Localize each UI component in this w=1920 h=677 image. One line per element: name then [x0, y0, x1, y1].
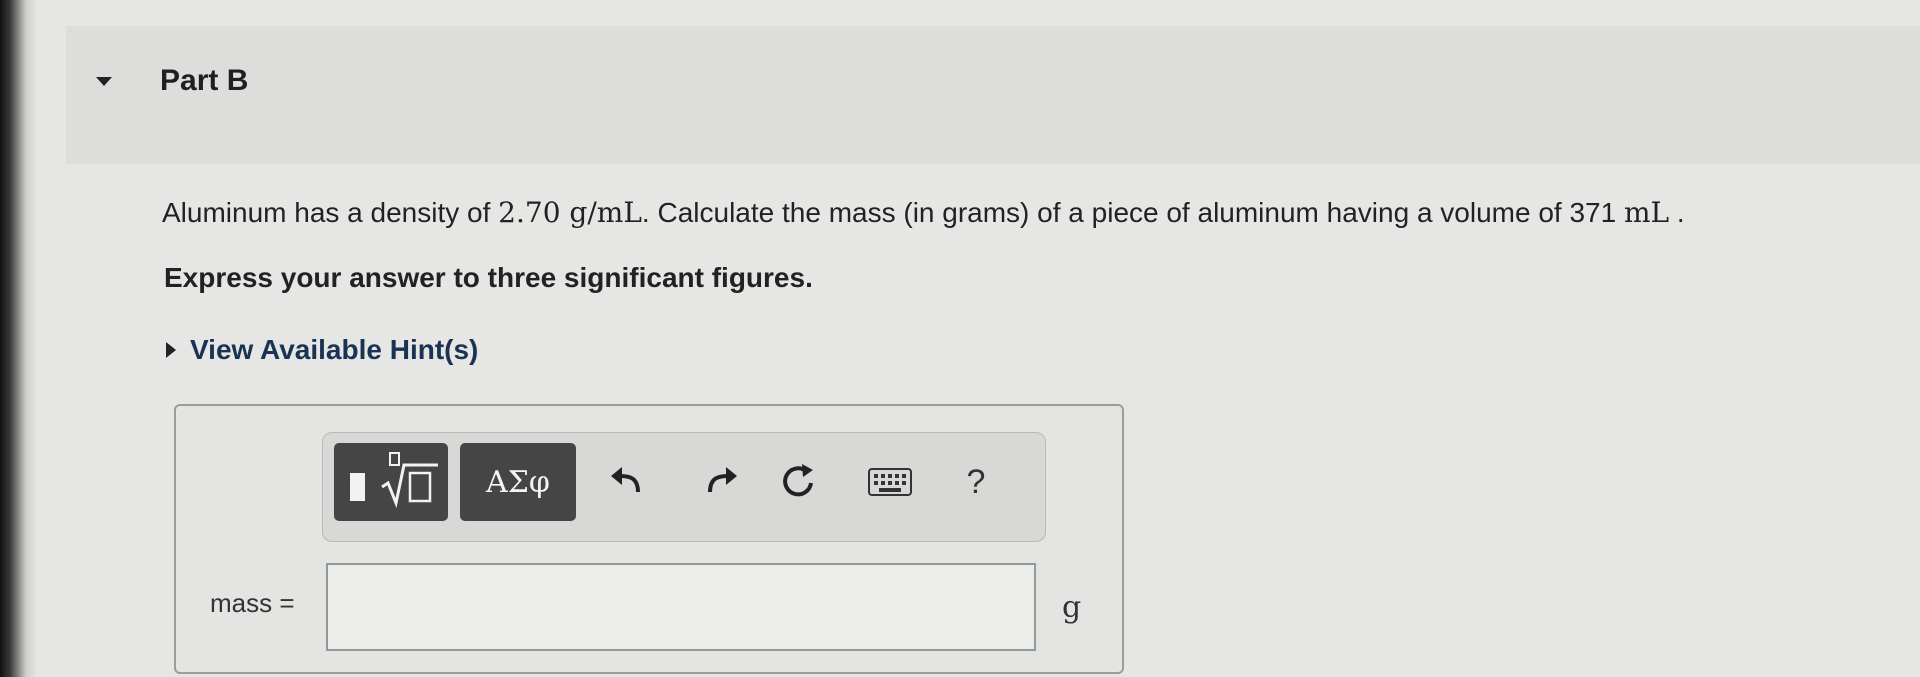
question-text-end: .	[1669, 197, 1685, 228]
undo-icon	[611, 467, 640, 493]
reset-button[interactable]	[776, 460, 820, 504]
part-header[interactable]	[66, 26, 1920, 164]
answer-label: mass =	[210, 588, 295, 618]
redo-icon	[708, 467, 737, 493]
templates-button[interactable]	[334, 443, 448, 521]
screen-edge-shadow	[0, 0, 36, 677]
volume-unit: mL	[1623, 196, 1670, 229]
templates-sqrt-icon	[350, 452, 438, 509]
reset-icon	[783, 464, 813, 497]
question-text: Aluminum has a density of 2.70 g/mL. Cal…	[162, 196, 1685, 229]
redo-button[interactable]	[700, 460, 744, 504]
collapse-caret-icon[interactable]	[96, 77, 112, 86]
greek-symbols-label: ΑΣφ	[486, 464, 550, 500]
view-hints-link[interactable]: View Available Hint(s)	[166, 334, 478, 366]
hint-label: View Available Hint(s)	[190, 334, 479, 365]
help-button[interactable]: ?	[954, 460, 998, 504]
help-icon: ?	[966, 462, 986, 501]
unit-label: g	[1062, 590, 1082, 625]
density-unit: g/mL	[560, 196, 642, 229]
keyboard-button[interactable]	[866, 460, 914, 504]
part-title: Part B	[160, 64, 249, 97]
instruction-text: Express your answer to three significant…	[164, 262, 813, 293]
question-text-before: Aluminum has a density of	[162, 197, 499, 228]
expand-caret-icon	[166, 342, 176, 358]
density-value: 2.70	[498, 196, 561, 229]
question-text-middle: . Calculate the mass (in grams) of a pie…	[641, 197, 1624, 228]
greek-symbols-button[interactable]: ΑΣφ	[460, 443, 576, 521]
undo-button[interactable]	[604, 460, 648, 504]
keyboard-icon	[868, 468, 912, 496]
mass-answer-input[interactable]	[326, 563, 1036, 651]
